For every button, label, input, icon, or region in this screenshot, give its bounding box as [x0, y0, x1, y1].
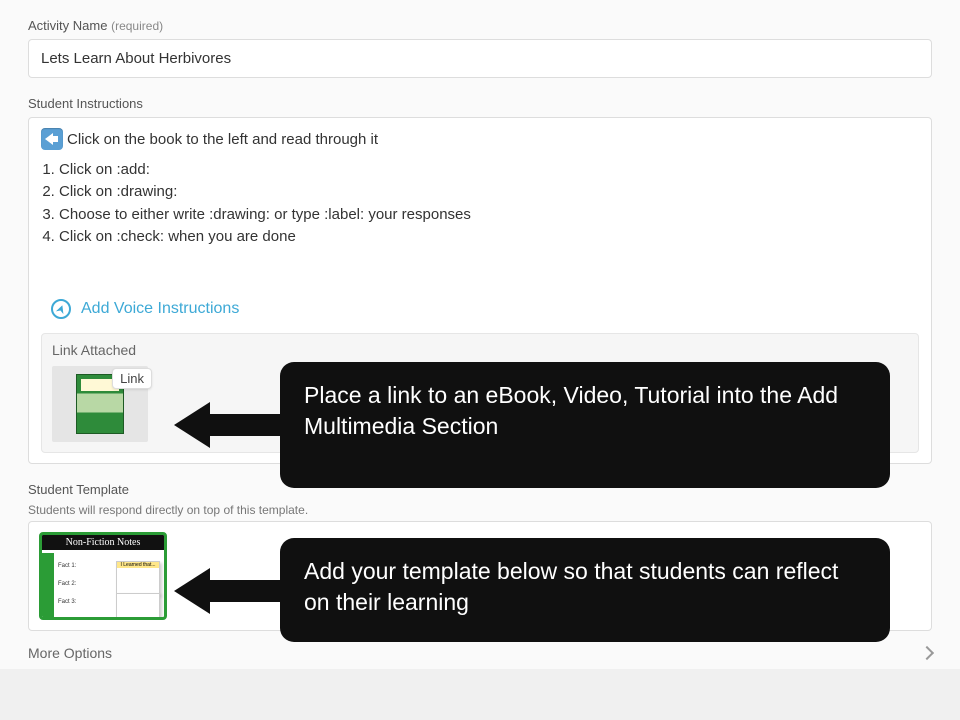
- voice-label-text: Add Voice Instructions: [81, 300, 239, 318]
- template-fact: Fact 2:: [58, 581, 76, 587]
- annotation-callout-multimedia: Place a link to an eBook, Video, Tutoria…: [280, 362, 890, 488]
- template-accent: [42, 553, 54, 617]
- template-fact: Fact 3:: [58, 599, 76, 605]
- more-options-label: More Options: [28, 645, 112, 661]
- instructions-lead-text: Click on the book to the left and read t…: [67, 131, 378, 148]
- instructions-lead: Click on the book to the left and read t…: [41, 128, 919, 150]
- compass-icon: [51, 299, 71, 319]
- activity-name-label-text: Activity Name: [28, 18, 107, 33]
- template-sticky: I Learned that...: [116, 561, 160, 595]
- back-arrow-icon: [41, 128, 63, 150]
- instruction-step: Choose to either write :drawing: or type…: [59, 205, 919, 225]
- template-thumbnail[interactable]: Non-Fiction Notes Fact 1: Fact 2: Fact 3…: [39, 532, 167, 620]
- annotation-callout-template: Add your template below so that students…: [280, 538, 890, 642]
- template-sticky: [116, 593, 160, 620]
- add-voice-instructions-button[interactable]: Add Voice Instructions: [51, 299, 919, 319]
- link-badge: Link: [112, 368, 152, 389]
- link-attached-header: Link Attached: [52, 342, 908, 358]
- annotation-text: Add your template below so that students…: [304, 558, 838, 615]
- required-hint: (required): [111, 19, 163, 33]
- instruction-step: Click on :drawing:: [59, 182, 919, 202]
- activity-name-input[interactable]: [28, 39, 932, 78]
- activity-name-label: Activity Name (required): [28, 18, 932, 33]
- instruction-step: Click on :check: when you are done: [59, 227, 919, 247]
- attachment-thumbnail[interactable]: Link: [52, 366, 148, 442]
- template-fact: Fact 1:: [58, 563, 76, 569]
- chevron-right-icon: [920, 646, 934, 660]
- template-sticky-header: I Learned that...: [117, 562, 159, 568]
- instructions-label: Student Instructions: [28, 96, 932, 111]
- template-sub: Students will respond directly on top of…: [28, 503, 932, 517]
- more-options-toggle[interactable]: More Options: [28, 645, 932, 661]
- instructions-steps: Click on :add: Click on :drawing: Choose…: [59, 160, 919, 247]
- template-thumb-title: Non-Fiction Notes: [42, 535, 164, 550]
- annotation-text: Place a link to an eBook, Video, Tutoria…: [304, 382, 838, 439]
- instruction-step: Click on :add:: [59, 160, 919, 180]
